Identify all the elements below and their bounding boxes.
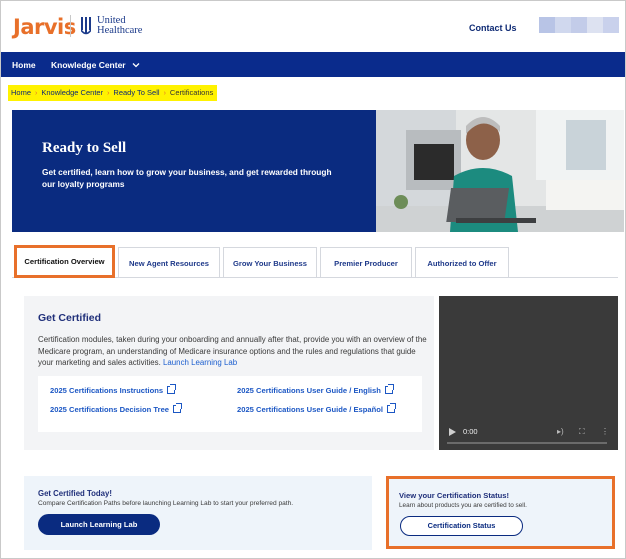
tab-grow-your-business[interactable]: Grow Your Business [223,247,317,277]
nav-knowledge-center[interactable]: Knowledge Center [51,60,140,70]
decision-tree-label: 2025 Certifications Decision Tree [50,405,170,414]
nav-home[interactable]: Home [12,60,36,70]
chevron-right-icon: › [107,90,110,97]
man-with-laptop-image [376,110,624,232]
external-link-icon [173,403,183,413]
chevron-right-icon: › [163,90,166,97]
video-controls: 0:00 ▸) ⛶ ⋮ [439,420,618,450]
get-certified-description: Certification modules, taken during your… [38,334,428,369]
get-certified-title: Get Certified [38,312,102,324]
tab-certification-overview[interactable]: Certification Overview [14,245,115,278]
external-link-icon [167,384,177,394]
nav-knowledge-center-label: Knowledge Center [51,60,126,70]
play-icon[interactable] [449,428,456,436]
get-certified-panel: Get Certified Certification modules, tak… [24,296,434,450]
main-nav: Home Knowledge Center [1,52,625,77]
breadcrumb-current: Certifications [169,88,214,97]
get-certified-today-card: Get Certified Today! Compare Certificati… [24,476,372,550]
hero-title: Ready to Sell [42,140,127,156]
certification-status-text: Learn about products you are certified t… [399,502,527,509]
user-guide-espanol-label: 2025 Certifications User Guide / Español [237,405,384,414]
chevron-down-icon [132,63,140,68]
certification-status-title: View your Certification Status! [399,491,509,500]
instructions-link-label: 2025 Certifications Instructions [50,386,164,395]
hero-subtitle: Get certified, learn how to grow your bu… [42,167,332,189]
more-options-icon[interactable]: ⋮ [601,427,609,436]
launch-learning-lab-button[interactable]: Launch Learning Lab [38,514,160,535]
partner-logo-line2: Healthcare [97,25,143,36]
breadcrumb: Home › Knowledge Center › Ready To Sell › Cert… [8,85,218,101]
decision-tree-link[interactable]: 2025 Certifications Decision Tree [50,403,183,414]
external-link-icon [384,384,394,394]
video-time: 0:00 [463,427,478,436]
certification-links: 2025 Certifications Instructions 2025 Ce… [38,376,422,432]
breadcrumb-home[interactable]: Home [11,88,31,97]
chevron-right-icon: › [35,90,38,97]
breadcrumb-ready-to-sell[interactable]: Ready To Sell [113,88,159,97]
certification-status-button[interactable]: Certification Status [400,516,523,536]
breadcrumb-knowledge-center[interactable]: Knowledge Center [41,88,103,97]
user-guide-english-label: 2025 Certifications User Guide / English [237,386,381,395]
launch-learning-lab-link[interactable]: Launch Learning Lab [163,358,237,367]
hero-photo [376,110,624,232]
logo-divider [70,15,71,37]
instructions-link[interactable]: 2025 Certifications Instructions [50,384,177,395]
top-header: Jarvis United Healthcare Contact Us [1,1,625,51]
tab-authorized-to-offer[interactable]: Authorized to Offer [415,247,509,277]
jarvis-logo[interactable]: Jarvis [13,15,76,39]
volume-icon[interactable]: ▸) [557,427,564,436]
get-certified-today-title: Get Certified Today! [38,489,112,498]
user-guide-espanol-link[interactable]: 2025 Certifications User Guide / Español [237,403,397,414]
video-progress-bar[interactable] [447,442,607,444]
tab-premier-producer[interactable]: Premier Producer [320,247,412,277]
external-link-icon [387,403,397,413]
video-player[interactable]: 0:00 ▸) ⛶ ⋮ [439,296,618,450]
get-certified-today-text: Compare Certification Paths before launc… [38,500,294,507]
user-profile-blurred[interactable] [539,17,619,33]
tab-new-agent-resources[interactable]: New Agent Resources [118,247,220,277]
contact-us-link[interactable]: Contact Us [469,23,517,33]
tab-bar: Certification Overview New Agent Resourc… [12,245,612,278]
certification-status-card: View your Certification Status! Learn ab… [386,476,615,549]
user-guide-english-link[interactable]: 2025 Certifications User Guide / English [237,384,394,395]
united-healthcare-icon [81,17,91,35]
fullscreen-icon[interactable]: ⛶ [579,427,585,437]
hero-banner: Ready to Sell Get certified, learn how t… [12,110,376,232]
